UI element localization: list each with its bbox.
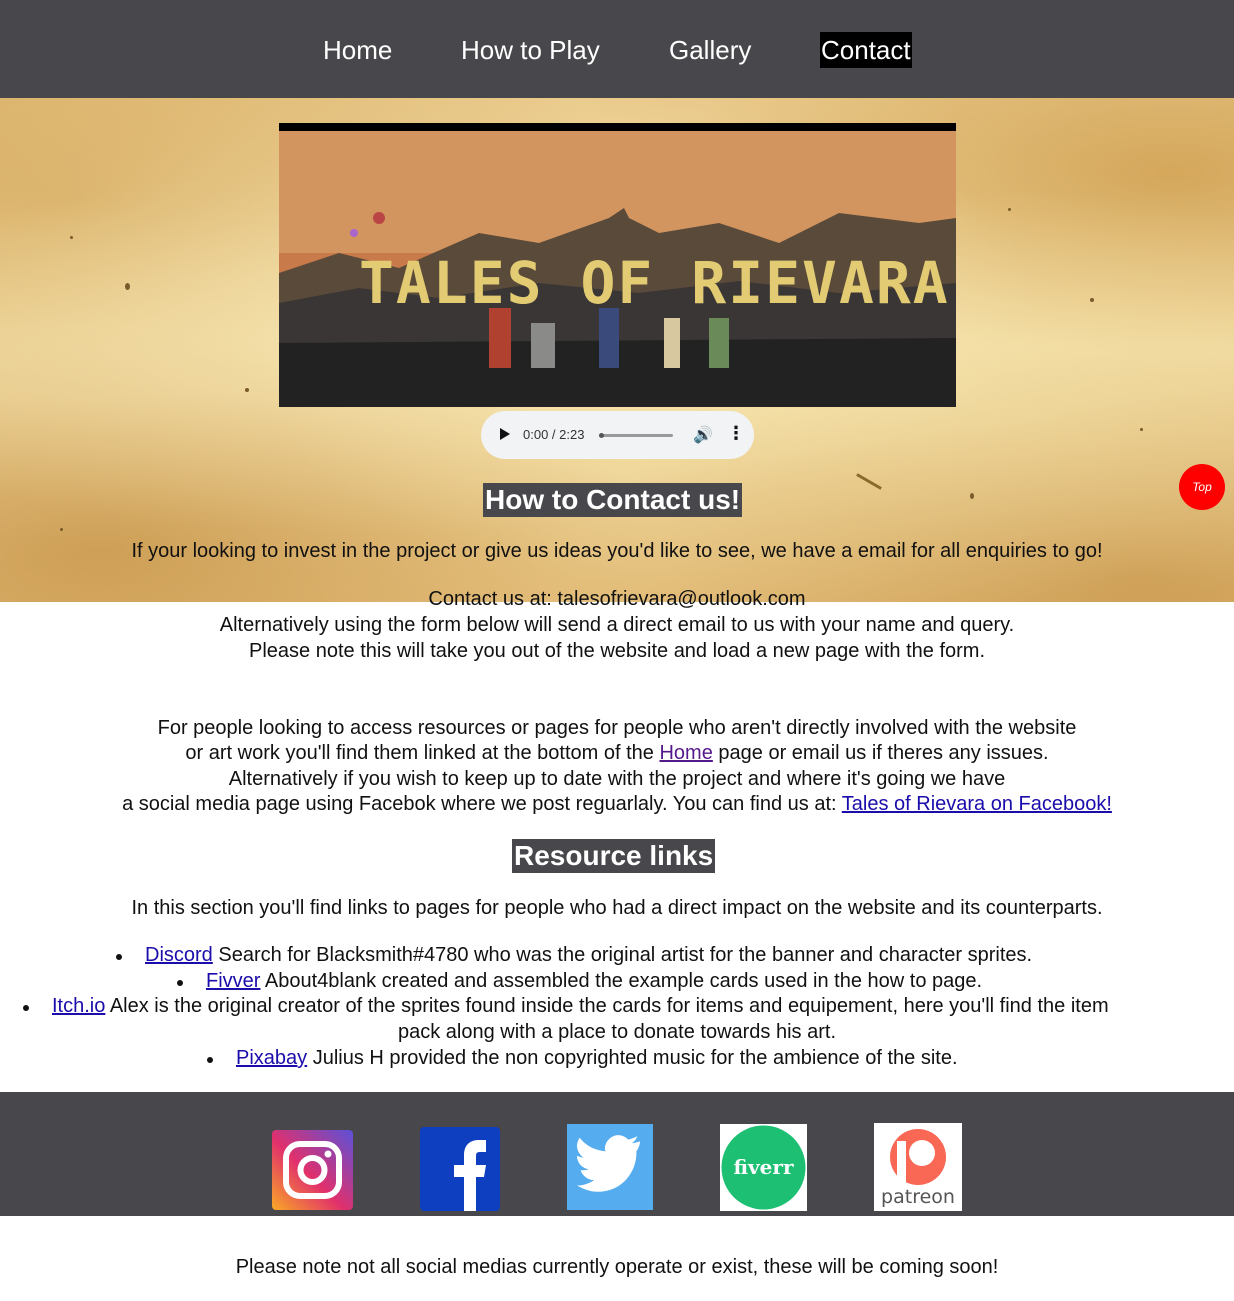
svg-text:fiverr: fiverr bbox=[734, 1155, 794, 1179]
facebook-icon[interactable] bbox=[420, 1127, 500, 1211]
list-item-continued: pack along with a place to donate toward… bbox=[397, 1021, 837, 1043]
contact-alt-line1: Alternatively using the form below will … bbox=[219, 614, 1015, 636]
banner-title: TALES OF RIEVARA bbox=[359, 249, 950, 317]
resources-intro: In this section you'll find links to pag… bbox=[131, 897, 1103, 919]
list-item: Discord Search for Blacksmith#4780 who w… bbox=[116, 944, 1032, 967]
twitter-icon[interactable] bbox=[567, 1124, 653, 1210]
volume-icon[interactable]: 🔊 bbox=[693, 425, 713, 445]
social-media-note: Please note not all social medias curren… bbox=[235, 1256, 999, 1278]
nav-gallery[interactable]: Gallery bbox=[669, 32, 751, 68]
list-item: Fivver About4blank created and assembled… bbox=[177, 970, 982, 993]
resources-line4: a social media page using Facebok where … bbox=[122, 793, 1112, 815]
fivver-link[interactable]: Fivver bbox=[206, 970, 260, 992]
home-link[interactable]: Home bbox=[659, 742, 712, 764]
resource-heading: Resource links bbox=[512, 839, 716, 873]
itchio-link[interactable]: Itch.io bbox=[52, 995, 105, 1017]
facebook-link[interactable]: Tales of Rievara on Facebook! bbox=[842, 793, 1112, 815]
contact-intro: If your looking to invest in the project… bbox=[131, 540, 1103, 562]
audio-progress-bar[interactable] bbox=[599, 433, 673, 438]
audio-time: 0:00 / 2:23 bbox=[523, 427, 585, 442]
audio-player[interactable]: 0:00 / 2:23 🔊 ⋮ bbox=[481, 411, 754, 459]
nav-home[interactable]: Home bbox=[323, 32, 392, 68]
contact-email: Contact us at: talesofrievara@outlook.co… bbox=[428, 588, 806, 610]
patreon-icon[interactable]: patreon bbox=[874, 1123, 962, 1211]
play-icon[interactable] bbox=[500, 428, 510, 440]
footer: fiverr patreon bbox=[0, 1092, 1234, 1216]
nav-contact[interactable]: Contact bbox=[820, 32, 912, 68]
discord-link[interactable]: Discord bbox=[145, 944, 213, 966]
top-nav: Home How to Play Gallery Contact bbox=[0, 0, 1234, 98]
game-banner-image: TALES OF RIEVARA bbox=[279, 123, 956, 407]
resources-line2: or art work you'll find them linked at t… bbox=[185, 742, 1049, 764]
more-options-icon[interactable]: ⋮ bbox=[727, 423, 745, 444]
contact-heading: How to Contact us! bbox=[483, 483, 743, 517]
list-item: Pixabay Julius H provided the non copyri… bbox=[207, 1047, 958, 1070]
nav-how-to-play[interactable]: How to Play bbox=[461, 32, 600, 68]
instagram-icon[interactable] bbox=[272, 1130, 353, 1210]
resources-line3: Alternatively if you wish to keep up to … bbox=[228, 768, 1006, 790]
scroll-top-button[interactable]: Top bbox=[1179, 464, 1225, 510]
pixabay-link[interactable]: Pixabay bbox=[236, 1047, 307, 1069]
svg-text:patreon: patreon bbox=[881, 1186, 955, 1208]
contact-alt-line2: Please note this will take you out of th… bbox=[249, 640, 985, 662]
resources-line1: For people looking to access resources o… bbox=[157, 717, 1077, 739]
fiverr-icon[interactable]: fiverr bbox=[720, 1124, 807, 1211]
list-item: Itch.io Alex is the original creator of … bbox=[23, 995, 1109, 1018]
